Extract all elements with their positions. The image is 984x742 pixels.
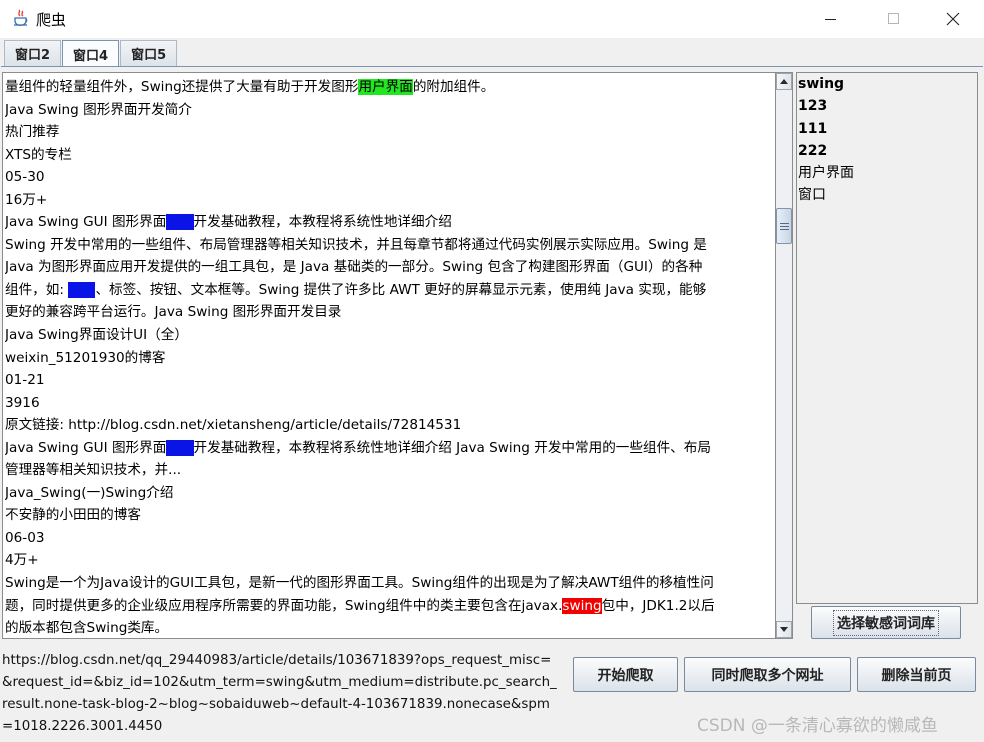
text-line: 的版本都包含Swing类库。 [5,620,169,637]
keyword-item[interactable]: 111 [797,118,977,140]
scroll-thumb[interactable] [776,208,792,244]
start-crawl-button[interactable]: 开始爬取 [573,657,678,692]
crawled-text-content: 量组件的轻量组件外，Swing还提供了大量有助于开发图形用户界面的附加组件。 J… [5,76,773,638]
scroll-down-button[interactable] [776,621,792,638]
multi-crawl-button[interactable]: 同时爬取多个网址 [684,657,851,692]
text-line: 原文链接: http://blog.csdn.net/xietansheng/a… [5,417,462,434]
text-line: XTS的专栏 [5,146,72,163]
text-line: Swing是一个为Java设计的GUI工具包，是新一代的图形界面工具。Swing… [5,575,714,592]
text-line: 题，同时提供更多的企业级应用程序所需要的界面功能，Swing组件中的类主要包含在… [5,597,715,614]
text-line: weixin_51201930的博客 [5,349,166,366]
text-line: Java 为图形界面应用开发提供的一组工具包，是 Java 基础类的一部分。Sw… [5,259,703,276]
keyword-highlight-green: 用户界面 [358,79,413,95]
window-title: 爬虫 [36,11,67,29]
text-line: 06-03 [5,529,45,546]
java-cup-icon [12,9,30,27]
text-line: 量组件的轻量组件外，Swing还提供了大量有助于开发图形用户界面的附加组件。 [5,79,495,95]
keyword-highlight-blue: 窗口 [166,439,194,456]
text-line: 管理器等相关知识技术，并... [5,462,182,479]
keyword-item[interactable]: 窗口 [797,184,977,206]
scroll-up-button[interactable] [776,73,792,90]
text-line: 3916 [5,394,40,411]
text-line: 4万+ [5,552,39,569]
keyword-item[interactable]: 222 [797,140,977,162]
keyword-highlight-blue: 窗口 [166,214,194,231]
text-line: 组件，如: 窗口、标签、按钮、文本框等。Swing 提供了许多比 AWT 更好的… [5,281,707,298]
minimize-icon [825,19,836,20]
crawled-text-area[interactable]: 量组件的轻量组件外，Swing还提供了大量有助于开发图形用户界面的附加组件。 J… [2,72,775,639]
text-line: 16万+ [5,191,48,208]
text-line: 热门推荐 [5,124,60,141]
maximize-button[interactable] [871,0,917,38]
url-input[interactable]: https://blog.csdn.net/qq_29440983/articl… [2,650,560,740]
keyword-item[interactable]: 123 [797,95,977,117]
maximize-icon [888,13,899,24]
minimize-button[interactable] [808,0,854,38]
close-button[interactable] [930,0,976,38]
text-line: Java Swing GUI 图形界面窗口开发基础教程，本教程将系统性地详细介绍 [5,214,452,231]
delete-page-button[interactable]: 删除当前页 [857,657,976,692]
text-line: 01-21 [5,372,45,389]
keyword-highlight-red: swing [562,597,602,614]
keyword-highlight-blue: 窗口 [68,281,96,298]
text-line: 不安静的小田田的博客 [5,507,141,524]
select-dictionary-button[interactable]: 选择敏感词词库 [811,606,961,639]
grip-icon [779,222,789,230]
keyword-list[interactable]: swing 123 111 222 用户界面 窗口 [796,72,978,604]
tab-window-4[interactable]: 窗口4 [62,40,120,67]
text-line: 更好的兼容跨平台运行。Java Swing 图形界面开发目录 [5,304,342,321]
text-line: 05-30 [5,169,45,186]
text-line: Swing 开发中常用的一些组件、布局管理器等相关知识技术，并且每章节都将通过代… [5,236,707,253]
keyword-item[interactable]: 用户界面 [797,162,977,184]
tab-window-5[interactable]: 窗口5 [120,40,178,66]
keyword-item[interactable]: swing [797,73,977,95]
text-line: Java Swing GUI 图形界面窗口开发基础教程，本教程将系统性地详细介绍… [5,439,711,456]
watermark: CSDN @一条清心寡欲的懒咸鱼 [697,716,938,736]
tab-window-2[interactable]: 窗口2 [4,40,62,66]
text-line: Java_Swing(一)Swing介绍 [5,484,174,501]
close-icon [946,12,960,26]
text-line: Java Swing界面设计UI（全） [5,327,188,344]
tab-strip: 窗口2 窗口4 窗口5 [4,40,178,67]
arrow-down-icon [780,627,788,632]
text-line: Java Swing 图形界面开发简介 [5,101,192,118]
arrow-up-icon [780,79,788,84]
vertical-scrollbar[interactable] [775,72,793,639]
title-bar: 爬虫 [0,0,984,38]
